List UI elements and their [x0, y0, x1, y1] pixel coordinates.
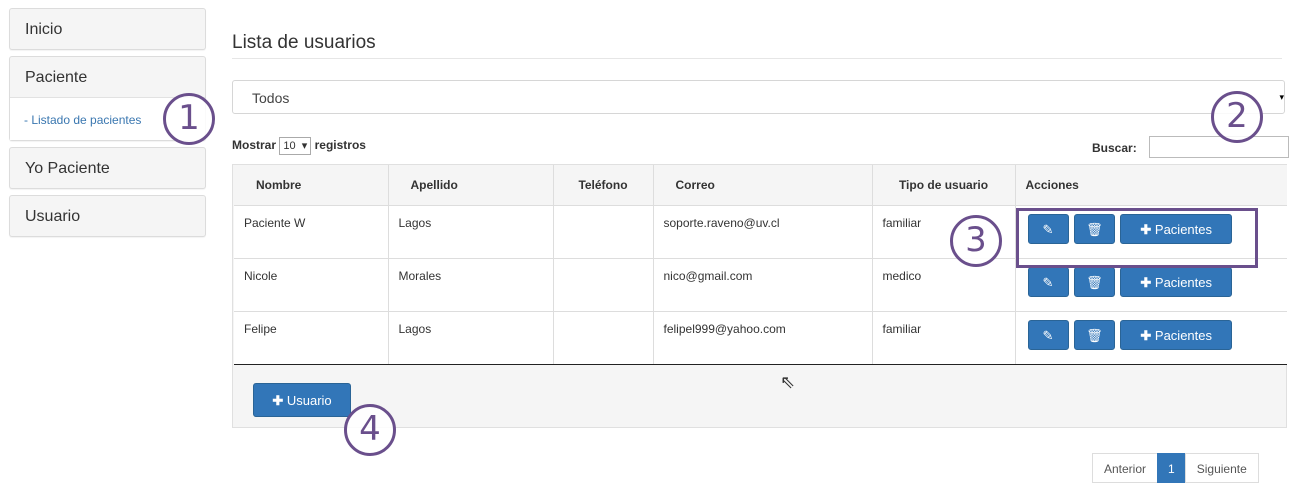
column-header-nombre[interactable]: Nombre	[234, 165, 389, 206]
chevron-down-icon: ▾	[1279, 92, 1284, 102]
sidebar-item-label: Yo Paciente	[25, 160, 110, 177]
add-pacientes-button[interactable]: ✚ Pacientes	[1120, 267, 1233, 297]
pencil-icon: ✎	[1042, 275, 1054, 290]
cell-tipo: medico	[872, 258, 1016, 312]
pagination-page-current[interactable]: 1	[1157, 453, 1186, 483]
length-prefix: Mostrar	[232, 138, 277, 153]
cell-correo: soporte.raveno@uv.cl	[653, 205, 873, 259]
sidebar-item-yo-paciente[interactable]: Yo Paciente	[9, 147, 206, 189]
column-header-tipo[interactable]: Tipo de usuario	[872, 165, 1016, 206]
filter-selected-value: Todos	[252, 90, 290, 106]
cell-telefono	[553, 205, 654, 259]
cell-apellido: Lagos	[388, 311, 554, 365]
table-header-row: Nombre Apellido Teléfono Correo Tipo de …	[234, 165, 1287, 206]
divider	[232, 58, 1282, 59]
column-header-apellido[interactable]: Apellido	[388, 165, 554, 206]
add-pacientes-button[interactable]: ✚ Pacientes	[1120, 320, 1233, 350]
cell-acciones: ✎ 🗑 ✚ Pacientes	[1015, 311, 1287, 365]
users-table-panel: Nombre Apellido Teléfono Correo Tipo de …	[232, 164, 1287, 428]
cell-telefono	[553, 311, 654, 365]
cell-nombre: Paciente W	[234, 205, 389, 259]
page-length-select[interactable]: 10 ▾	[279, 137, 312, 155]
cell-apellido: Lagos	[388, 205, 554, 259]
trash-icon: 🗑	[1086, 275, 1103, 290]
sidebar-item-inicio[interactable]: Inicio	[9, 8, 206, 50]
pagination-next[interactable]: Siguiente	[1184, 453, 1259, 483]
sidebar-item-usuario[interactable]: Usuario	[9, 195, 206, 237]
annotation-marker-2: 2	[1211, 91, 1263, 143]
annotation-highlight-actions	[1016, 208, 1258, 268]
cell-correo: felipel999@yahoo.com	[653, 311, 873, 365]
table-row: Felipe Lagos felipel999@yahoo.com famili…	[234, 311, 1287, 365]
cell-nombre: Nicole	[234, 258, 389, 312]
delete-button[interactable]: 🗑	[1073, 267, 1115, 297]
search-label: Buscar:	[1092, 141, 1137, 155]
add-user-label: Usuario	[286, 393, 332, 408]
search-input[interactable]	[1149, 136, 1289, 158]
annotation-marker-1: 1	[163, 93, 215, 145]
pencil-icon: ✎	[1042, 328, 1054, 343]
annotation-marker-3: 3	[950, 215, 1002, 267]
length-suffix: registros	[314, 138, 366, 153]
sidebar-item-label: Usuario	[25, 208, 81, 225]
add-user-button[interactable]: ✚ Usuario	[253, 383, 351, 417]
sidebar-link-listado-pacientes[interactable]: - Listado de pacientes	[24, 113, 141, 127]
column-header-correo[interactable]: Correo	[653, 165, 873, 206]
edit-button[interactable]: ✎	[1027, 267, 1069, 297]
pagination: Anterior 1 Siguiente	[1092, 453, 1259, 483]
pagination-prev[interactable]: Anterior	[1092, 453, 1159, 483]
cell-correo: nico@gmail.com	[653, 258, 873, 312]
cell-tipo: familiar	[872, 311, 1016, 365]
user-type-filter-select[interactable]: Todos ▾	[232, 80, 1285, 114]
cell-nombre: Felipe	[234, 311, 389, 365]
edit-button[interactable]: ✎	[1027, 320, 1069, 350]
column-header-telefono[interactable]: Teléfono	[553, 165, 654, 206]
sidebar-item-label: Paciente	[25, 69, 88, 86]
trash-icon: 🗑	[1086, 328, 1103, 343]
page-title: Lista de usuarios	[232, 32, 376, 53]
sidebar-item-label: Inicio	[25, 21, 63, 38]
button-label: Pacientes	[1154, 328, 1212, 343]
cell-telefono	[553, 258, 654, 312]
page-length-control: Mostrar 10 ▾ registros	[232, 137, 366, 155]
column-header-acciones: Acciones	[1015, 165, 1287, 206]
plus-icon: ✚	[1140, 328, 1152, 343]
delete-button[interactable]: 🗑	[1073, 320, 1115, 350]
plus-icon: ✚	[1140, 275, 1152, 290]
cell-apellido: Morales	[388, 258, 554, 312]
page-length-value: 10	[283, 140, 296, 152]
mouse-cursor-icon: ⇖	[780, 372, 796, 392]
button-label: Pacientes	[1154, 275, 1212, 290]
annotation-marker-4: 4	[344, 404, 396, 456]
plus-icon: ✚	[272, 393, 284, 408]
